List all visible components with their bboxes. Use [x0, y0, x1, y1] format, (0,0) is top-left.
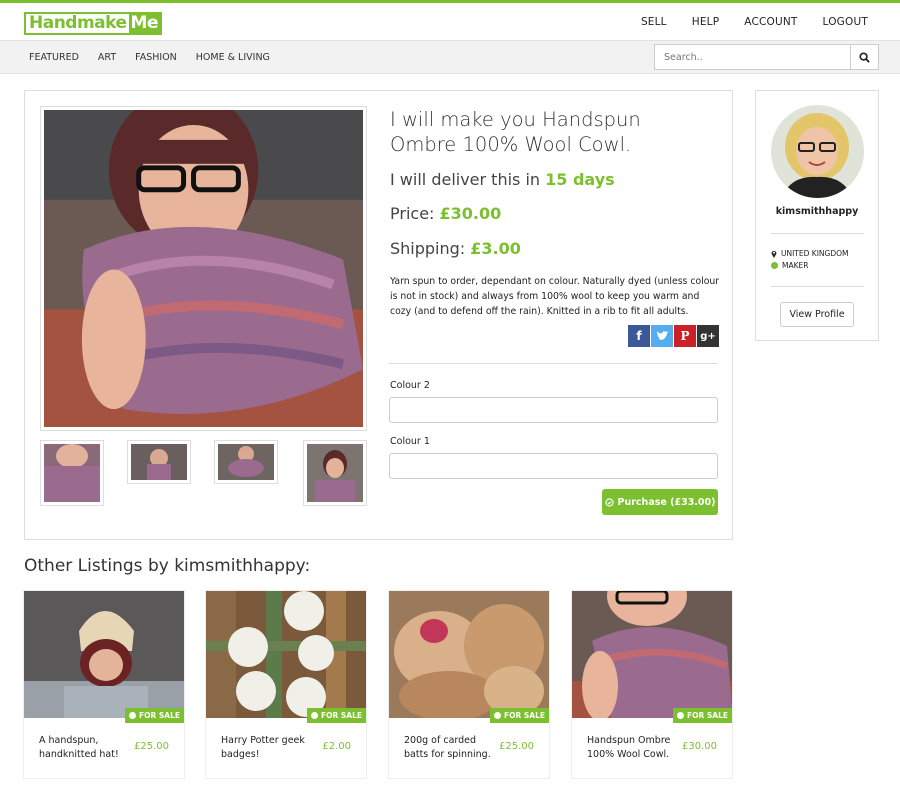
category-home-living-link[interactable]: HOME & LIVING [196, 52, 270, 63]
dot-icon [677, 712, 684, 719]
main-product-image[interactable] [40, 90, 367, 431]
category-bar: FEATURED ART FASHION HOME & LIVING [0, 40, 900, 74]
delivery-info: I will deliver this in 15 days [390, 170, 615, 189]
status-dot-icon [771, 262, 778, 269]
thumbnail-4-image [307, 444, 363, 502]
for-sale-badge: FOR SALE [673, 708, 732, 723]
badge-text: FOR SALE [687, 711, 728, 720]
logo-text-handmake: Handmake [24, 12, 129, 35]
divider [771, 286, 864, 287]
seller-location-text: UNITED KINGDOM [781, 249, 849, 258]
thumbnail-3-image [218, 444, 274, 480]
dot-icon [129, 712, 136, 719]
twitter-icon[interactable] [651, 325, 673, 347]
check-circle-icon [604, 497, 614, 507]
colour-2-field[interactable] [389, 397, 718, 423]
logo-text-me: Me [128, 12, 162, 35]
dot-icon [311, 712, 318, 719]
thumbnail-1[interactable] [40, 440, 104, 506]
search-button[interactable] [850, 45, 878, 69]
top-nav: SELL HELP ACCOUNT LOGOUT [616, 16, 868, 28]
listing-card-price: £2.00 [322, 741, 351, 752]
thumbnail-2[interactable] [127, 440, 191, 484]
nav-account-link[interactable]: ACCOUNT [744, 16, 797, 28]
colour-1-field[interactable] [389, 453, 718, 479]
seller-role: MAKER [771, 261, 808, 270]
listing-title: I will make you Handspun Ombre 100% Wool… [390, 108, 641, 156]
nav-sell-link[interactable]: SELL [641, 16, 667, 28]
thumbnail-1-image [44, 444, 100, 502]
listing-description: Yarn spun to order, dependant on colour.… [390, 276, 720, 317]
badge-text: FOR SALE [139, 711, 180, 720]
for-sale-badge: FOR SALE [125, 708, 184, 723]
shipping-info: Shipping: £3.00 [390, 239, 521, 258]
thumbnail-2-image [131, 444, 187, 480]
badge-text: FOR SALE [321, 711, 362, 720]
delivery-prefix: I will deliver this in [390, 170, 546, 189]
listing-card[interactable]: FOR SALE Handspun Ombre 100% Wool Cowl. … [572, 591, 732, 778]
category-fashion-link[interactable]: FASHION [135, 52, 177, 63]
listing-card-price: £25.00 [134, 741, 169, 752]
pinterest-icon[interactable]: P [674, 325, 696, 347]
googleplus-icon[interactable]: g+ [697, 325, 719, 347]
listing-card-title[interactable]: A handspun, handknitted hat! [39, 734, 129, 762]
divider [771, 233, 864, 234]
listing-card-title[interactable]: 200g of carded batts for spinning. [404, 734, 494, 762]
top-navbar: Handmake Me SELL HELP ACCOUNT LOGOUT [0, 0, 900, 40]
other-listings-heading: Other Listings by kimsmithhappy: [24, 556, 311, 576]
for-sale-badge: FOR SALE [307, 708, 366, 723]
purchase-label: Purchase (£33.00) [617, 496, 716, 508]
listing-card[interactable]: FOR SALE Harry Potter geek badges! £2.00 [206, 591, 366, 778]
listing-card-title[interactable]: Harry Potter geek badges! [221, 734, 311, 762]
facebook-icon[interactable]: f [628, 325, 650, 347]
thumbnail-3[interactable] [214, 440, 278, 484]
dot-icon [494, 712, 501, 719]
seller-card: kimsmithhappy UNITED KINGDOM MAKER View … [755, 90, 879, 341]
shipping-label: Shipping: [390, 239, 471, 258]
search-icon [859, 51, 870, 63]
listing-panel: I will make you Handspun Ombre 100% Wool… [24, 90, 733, 540]
listing-card-image [24, 591, 184, 718]
nav-help-link[interactable]: HELP [692, 16, 720, 28]
option2-label: Colour 1 [390, 436, 430, 447]
thumbnail-4[interactable] [303, 440, 367, 506]
map-pin-icon [771, 250, 777, 258]
listing-card[interactable]: FOR SALE A handspun, handknitted hat! £2… [24, 591, 184, 778]
delivery-days: 15 days [545, 170, 615, 189]
seller-role-text: MAKER [782, 261, 809, 270]
for-sale-badge: FOR SALE [490, 708, 549, 723]
listing-card-image [206, 591, 366, 718]
site-logo[interactable]: Handmake Me [24, 12, 162, 35]
category-art-link[interactable]: ART [98, 52, 116, 63]
search-input[interactable] [655, 45, 850, 69]
listing-card[interactable]: FOR SALE 200g of carded batts for spinni… [389, 591, 549, 778]
option1-label: Colour 2 [390, 380, 430, 391]
badge-text: FOR SALE [504, 711, 545, 720]
price-info: Price: £30.00 [390, 204, 501, 223]
listing-card-price: £30.00 [682, 741, 717, 752]
avatar-image [771, 105, 864, 198]
purchase-button[interactable]: Purchase (£33.00) [602, 489, 718, 515]
seller-username[interactable]: kimsmithhappy [756, 206, 878, 217]
category-featured-link[interactable]: FEATURED [29, 52, 79, 63]
seller-location: UNITED KINGDOM [771, 249, 849, 258]
listing-card-title[interactable]: Handspun Ombre 100% Wool Cowl. [587, 734, 677, 762]
search-box [654, 44, 879, 70]
nav-logout-link[interactable]: LOGOUT [823, 16, 868, 28]
shipping-value: £3.00 [470, 239, 521, 258]
listing-card-image [389, 591, 549, 718]
price-label: Price: [390, 204, 440, 223]
listing-card-price: £25.00 [499, 741, 534, 752]
social-share-bar: f P g+ [628, 325, 720, 347]
product-photo [44, 90, 363, 427]
listing-card-image [572, 591, 732, 718]
price-value: £30.00 [439, 204, 502, 223]
divider [389, 363, 718, 364]
category-nav: FEATURED ART FASHION HOME & LIVING [29, 52, 289, 63]
seller-avatar[interactable] [771, 105, 864, 198]
view-profile-button[interactable]: View Profile [780, 302, 854, 327]
